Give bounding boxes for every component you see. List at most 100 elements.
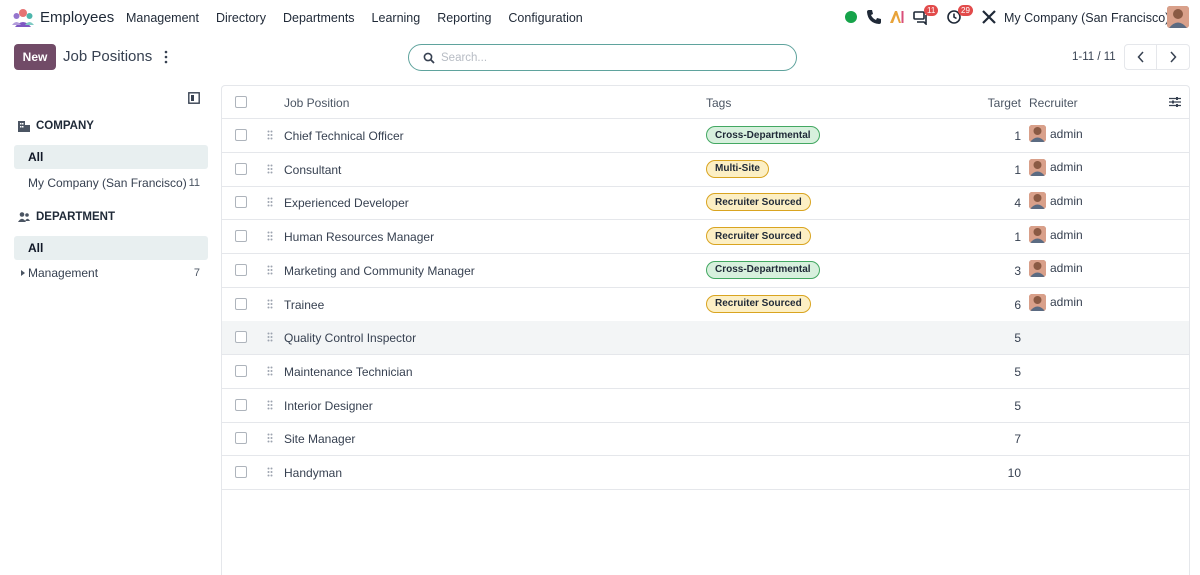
- building-icon: [18, 121, 30, 132]
- recruiter-cell[interactable]: admin: [1029, 125, 1083, 142]
- row-checkbox[interactable]: [235, 466, 247, 478]
- drag-handle-icon[interactable]: [267, 164, 273, 174]
- table-row[interactable]: Handyman 10: [222, 456, 1189, 490]
- sidebar-toggle-icon[interactable]: [188, 92, 200, 104]
- column-target[interactable]: Target: [988, 96, 1021, 110]
- online-status-icon[interactable]: [845, 11, 857, 23]
- menu-configuration[interactable]: Configuration: [508, 11, 582, 25]
- job-position-cell: Marketing and Community Manager: [284, 263, 475, 278]
- row-checkbox[interactable]: [235, 398, 247, 411]
- job-position-cell: Handyman: [284, 466, 343, 480]
- target-cell: 6: [1014, 297, 1021, 312]
- drag-handle-icon[interactable]: [267, 231, 273, 241]
- company-filter-my-company[interactable]: My Company (San Francisco) 11: [14, 171, 208, 195]
- search-input[interactable]: [441, 49, 781, 67]
- drag-handle-icon[interactable]: [267, 366, 273, 376]
- user-avatar[interactable]: [1167, 6, 1189, 28]
- job-position-cell: Maintenance Technician: [284, 364, 413, 379]
- table-row[interactable]: Consultant Multi-Site 1 admin: [222, 153, 1189, 187]
- column-recruiter[interactable]: Recruiter: [1029, 96, 1078, 110]
- pager-next-button[interactable]: [1157, 44, 1190, 70]
- tools-icon[interactable]: [981, 9, 997, 25]
- menu-departments[interactable]: Departments: [283, 11, 355, 25]
- company-section-heading: COMPANY: [18, 120, 94, 132]
- department-filter-management[interactable]: Management 7: [14, 261, 208, 285]
- table-row[interactable]: Trainee Recruiter Sourced 6 admin: [222, 288, 1189, 322]
- table-row[interactable]: Chief Technical Officer Cross-Departmenta…: [222, 119, 1189, 153]
- recruiter-cell[interactable]: admin: [1029, 259, 1083, 277]
- recruiter-cell[interactable]: admin: [1029, 192, 1083, 210]
- company-filter-all[interactable]: All: [14, 145, 208, 169]
- table-header: Job Position Tags Target Recruiter: [222, 86, 1189, 119]
- drag-handle-icon[interactable]: [267, 265, 273, 275]
- row-checkbox[interactable]: [235, 230, 247, 243]
- table-row[interactable]: Interior Designer 5: [222, 389, 1189, 423]
- row-checkbox[interactable]: [235, 432, 247, 445]
- row-checkbox[interactable]: [235, 297, 247, 310]
- optional-columns-icon[interactable]: [1169, 96, 1181, 108]
- users-icon: [18, 212, 30, 222]
- phone-icon[interactable]: [866, 9, 882, 25]
- table-row[interactable]: Site Manager 7: [222, 422, 1189, 457]
- chevron-left-icon: [1136, 51, 1144, 63]
- recruiter-cell[interactable]: admin: [1029, 226, 1083, 244]
- table-row[interactable]: Human Resources Manager Recruiter Sourced…: [222, 220, 1189, 255]
- row-checkbox[interactable]: [235, 162, 247, 175]
- drag-handle-icon[interactable]: [267, 433, 273, 443]
- row-checkbox[interactable]: [235, 331, 247, 344]
- chevron-right-icon: [1170, 51, 1177, 63]
- department-filter-all[interactable]: All: [14, 236, 208, 260]
- tag-badge: Cross-Departmental: [706, 260, 820, 279]
- table-row[interactable]: Maintenance Technician 5: [222, 355, 1189, 389]
- recruiter-cell[interactable]: admin: [1029, 158, 1083, 176]
- menu-learning[interactable]: Learning: [372, 11, 421, 25]
- new-button[interactable]: New: [14, 44, 56, 70]
- caret-right-icon[interactable]: [21, 270, 25, 276]
- drag-handle-icon[interactable]: [267, 299, 273, 309]
- recruiter-avatar: [1029, 226, 1046, 244]
- drag-handle-icon[interactable]: [267, 467, 273, 477]
- row-checkbox[interactable]: [235, 196, 247, 209]
- recruiter-cell[interactable]: admin: [1029, 293, 1083, 311]
- job-position-cell: Interior Designer: [284, 398, 373, 413]
- app-name[interactable]: Employees: [40, 9, 114, 26]
- actions-menu-icon[interactable]: [162, 50, 170, 64]
- select-all-checkbox[interactable]: [235, 96, 247, 108]
- job-positions-list: Job Position Tags Target Recruiter Chief…: [221, 85, 1190, 575]
- ai-icon[interactable]: [889, 9, 905, 25]
- row-checkbox[interactable]: [235, 364, 247, 377]
- pager-value[interactable]: 1-11 / 11: [1072, 51, 1116, 63]
- column-tags[interactable]: Tags: [706, 96, 731, 110]
- drag-handle-icon[interactable]: [267, 400, 273, 410]
- column-job-position[interactable]: Job Position: [284, 96, 349, 110]
- tag-badge: Recruiter Sourced: [706, 227, 811, 246]
- recruiter-name: admin: [1050, 160, 1083, 175]
- filter-label: Management: [28, 266, 99, 280]
- search-panel: COMPANY All My Company (San Francisco) 1…: [0, 86, 216, 575]
- menu-reporting[interactable]: Reporting: [437, 11, 491, 25]
- recruiter-name: admin: [1050, 295, 1083, 309]
- company-switcher[interactable]: My Company (San Francisco): [1004, 11, 1169, 25]
- drag-handle-icon[interactable]: [267, 332, 273, 342]
- department-section-heading: DEPARTMENT: [18, 211, 115, 223]
- row-checkbox[interactable]: [235, 129, 247, 141]
- target-cell: 4: [1014, 196, 1021, 211]
- menu-directory[interactable]: Directory: [216, 11, 266, 25]
- pager-previous-button[interactable]: [1124, 44, 1157, 70]
- filter-count: 11: [188, 177, 200, 189]
- employees-app-icon[interactable]: [12, 8, 34, 28]
- job-position-cell: Site Manager: [284, 432, 356, 447]
- row-checkbox[interactable]: [235, 263, 247, 276]
- job-position-cell: Trainee: [284, 297, 325, 312]
- table-row[interactable]: Experienced Developer Recruiter Sourced 4 a…: [222, 186, 1189, 221]
- drag-handle-icon[interactable]: [267, 197, 273, 207]
- filter-label: All: [28, 241, 44, 255]
- drag-handle-icon[interactable]: [267, 130, 273, 140]
- search-bar: [408, 44, 797, 71]
- menu-management[interactable]: Management: [126, 11, 199, 25]
- table-row[interactable]: Marketing and Community Manager Cross-Dep…: [222, 254, 1189, 288]
- recruiter-avatar: [1029, 125, 1046, 142]
- table-row[interactable]: Quality Control Inspector 5: [222, 321, 1189, 356]
- company-heading-label: COMPANY: [36, 120, 94, 132]
- job-position-cell: Chief Technical Officer: [284, 129, 404, 143]
